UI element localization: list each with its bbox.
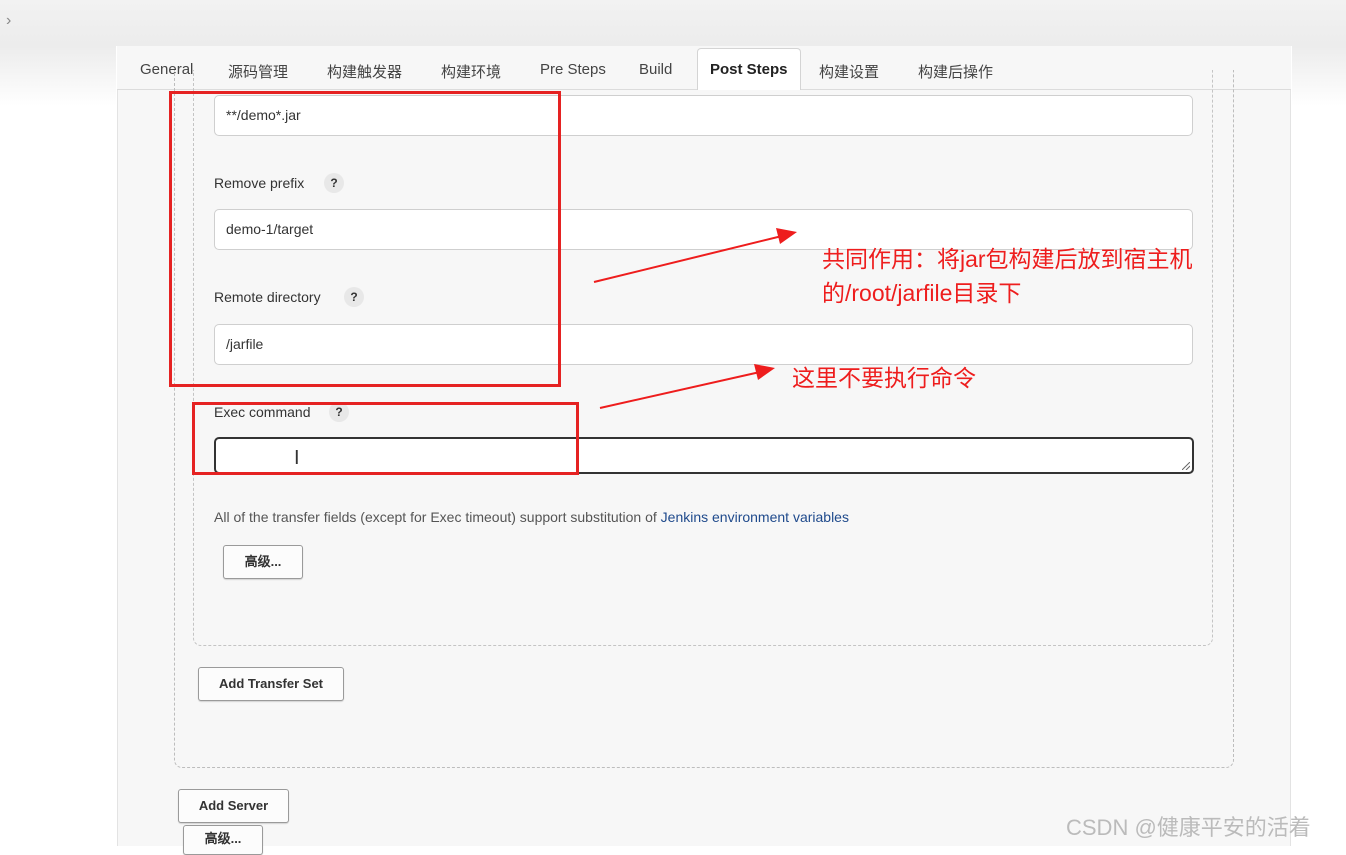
annotation-arrow-1 [593,235,783,283]
arrow-head-2-icon [754,364,775,380]
annotation-note-1-line-1: 共同作用：将jar包构建后放到宿主机 [822,246,1193,272]
annotation-arrow-2 [599,371,761,409]
annotation-arrows [593,228,797,409]
arrow-head-1-icon [776,228,797,244]
annotation-note-1: 共同作用：将jar包构建后放到宿主机 的/root/jarfile目录下 [822,242,1193,310]
csdn-watermark: CSDN @健康平安的活着 [1066,815,1311,840]
annotation-note-1-line-2: 的/root/jarfile目录下 [822,280,1022,306]
annotation-note-2: 这里不要执行命令 [792,365,976,391]
